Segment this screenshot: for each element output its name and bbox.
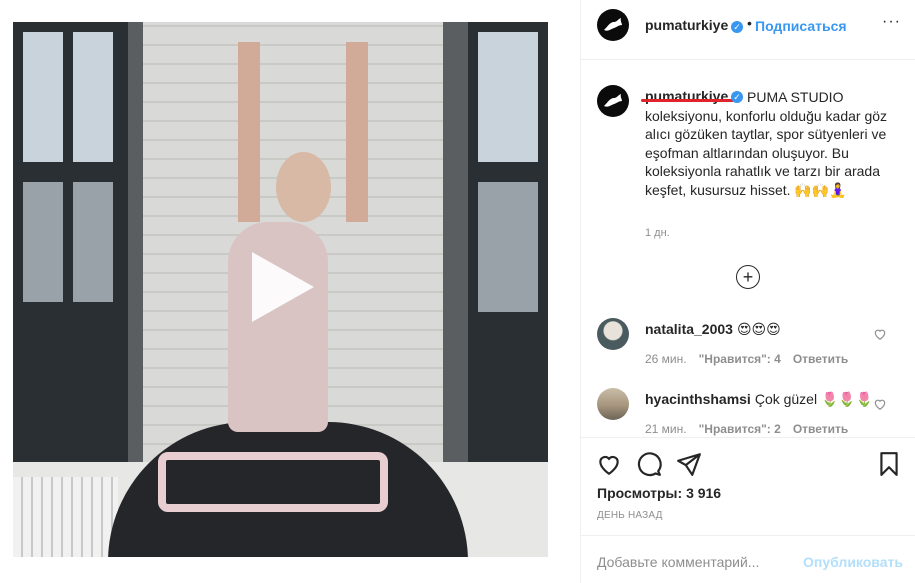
puma-logo-icon	[604, 18, 622, 31]
comment-username[interactable]: natalita_2003	[645, 321, 733, 337]
heart-icon[interactable]	[596, 451, 622, 477]
comment-likes[interactable]: "Нравится": 4	[699, 352, 781, 366]
reply-button[interactable]: Ответить	[793, 352, 848, 366]
author-username[interactable]: pumaturkiye	[645, 17, 728, 33]
comment-likes[interactable]: "Нравится": 2	[699, 422, 781, 436]
puma-logo-icon	[604, 94, 622, 107]
stool	[158, 452, 388, 512]
separator-dot: •	[747, 15, 752, 31]
more-icon[interactable]: ···	[882, 13, 901, 31]
comment-meta: 21 мин. "Нравится": 2 Ответить	[645, 422, 848, 436]
comment-time[interactable]: 26 мин.	[645, 352, 687, 366]
caption-text-block: PUMA STUDIO koleksiyonu, konforlu olduğu…	[645, 88, 895, 199]
comment-username[interactable]: hyacinthshamsi	[645, 391, 751, 407]
reply-button[interactable]: Ответить	[793, 422, 848, 436]
views-count[interactable]: Просмотры: 3 916	[597, 485, 721, 501]
play-icon[interactable]	[252, 252, 314, 322]
username-underline	[641, 99, 734, 102]
comment-line: natalita_2003 😍😍😍	[645, 321, 781, 338]
comment-text: Çok güzel 🌷🌷🌷	[754, 391, 874, 407]
caption-time[interactable]: 1 дн.	[645, 227, 670, 239]
share-icon[interactable]	[676, 451, 702, 477]
comment-avatar[interactable]	[597, 318, 629, 350]
verified-icon: ✓	[731, 91, 743, 103]
comments-divider	[581, 437, 915, 438]
views-value: 3 916	[686, 485, 722, 501]
author-avatar[interactable]	[597, 9, 629, 41]
comment-time[interactable]: 21 мин.	[645, 422, 687, 436]
comment-line: hyacinthshamsi Çok güzel 🌷🌷🌷	[645, 391, 873, 408]
publish-button[interactable]: Опубликовать	[803, 554, 903, 570]
comment-avatar[interactable]	[597, 388, 629, 420]
comment-input[interactable]: Добавьте комментарий...	[597, 554, 759, 570]
caption-text: PUMA STUDIO koleksiyonu, konforlu olduğu…	[645, 89, 888, 198]
instagram-post: pumaturkiye ✓ • Подписаться ··· PUMA STU…	[0, 0, 915, 583]
plus-circle-icon[interactable]: +	[736, 265, 760, 289]
composer-divider	[581, 535, 915, 536]
post-date[interactable]: ДЕНЬ НАЗАД	[597, 510, 663, 521]
caption-avatar[interactable]	[597, 85, 629, 117]
comment-meta: 26 мин. "Нравится": 4 Ответить	[645, 352, 848, 366]
header-divider	[581, 59, 915, 60]
bookmark-icon[interactable]	[876, 451, 902, 477]
radiator	[13, 477, 118, 557]
verified-icon: ✓	[731, 21, 743, 33]
woman-head	[276, 152, 331, 222]
heart-icon[interactable]	[873, 327, 887, 341]
follow-button[interactable]: Подписаться	[755, 18, 847, 34]
action-bar	[596, 451, 906, 477]
window-left	[13, 22, 128, 492]
comment-icon[interactable]	[636, 451, 662, 477]
post-video[interactable]	[13, 22, 548, 557]
window-right	[468, 22, 548, 492]
post-sidebar: pumaturkiye ✓ • Подписаться ··· PUMA STU…	[580, 0, 915, 583]
comment-text: 😍😍😍	[736, 321, 781, 337]
heart-icon[interactable]	[873, 397, 887, 411]
views-label: Просмотры:	[597, 485, 683, 501]
